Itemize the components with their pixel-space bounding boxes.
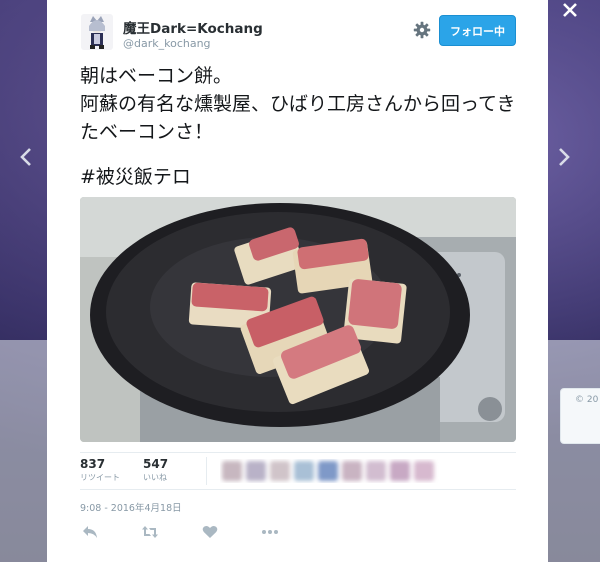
chevron-left-icon [20,148,31,166]
more-icon[interactable] [260,522,280,542]
retweet-icon[interactable] [140,522,160,542]
gear-icon[interactable] [413,21,431,39]
reply-icon[interactable] [80,522,100,542]
liker-avatars[interactable] [220,459,460,483]
close-button[interactable] [556,0,584,20]
tweet-text: 朝はベーコン餅。 阿蘇の有名な燻製屋、ひばり工房さんから回ってきたベーコンさ！ [80,65,516,143]
tweet-header: 魔王Dark=Kochang @dark_kochang フォロー中 [47,0,548,60]
display-name[interactable]: 魔王Dark=Kochang [123,17,263,37]
photo-image [80,197,516,442]
retweet-count-value: 837 [80,457,106,471]
like-count-label: いいね [143,473,167,482]
tweet-photo[interactable] [80,197,516,442]
retweet-count-label: リツイート [80,473,120,482]
prev-tweet-button[interactable] [14,142,38,172]
tweet-modal: 魔王Dark=Kochang @dark_kochang フォロー中 朝はベーコ… [47,0,548,562]
follow-button[interactable]: フォロー中 [439,15,516,46]
hashtag-link[interactable]: #被災飯テロ [80,163,191,191]
chevron-right-icon [559,148,570,166]
retweet-count[interactable]: 837 リツイート [80,457,120,483]
engagement-stats: 837 リツイート 547 いいね [80,452,516,490]
tweet-timestamp[interactable]: 9:08 - 2016年4月18日 [80,500,182,514]
like-count[interactable]: 547 いいね [143,457,168,483]
close-icon [563,3,577,17]
avatar[interactable] [81,14,113,50]
avatar-image [81,14,113,50]
stats-divider [206,457,207,485]
tweet-actions [80,522,330,544]
next-tweet-button[interactable] [552,142,576,172]
like-count-value: 547 [143,457,169,471]
user-handle[interactable]: @dark_kochang [123,37,211,50]
heart-icon[interactable] [200,522,220,542]
side-card-text: © 20 [575,395,599,405]
side-card: © 20 [560,388,600,444]
